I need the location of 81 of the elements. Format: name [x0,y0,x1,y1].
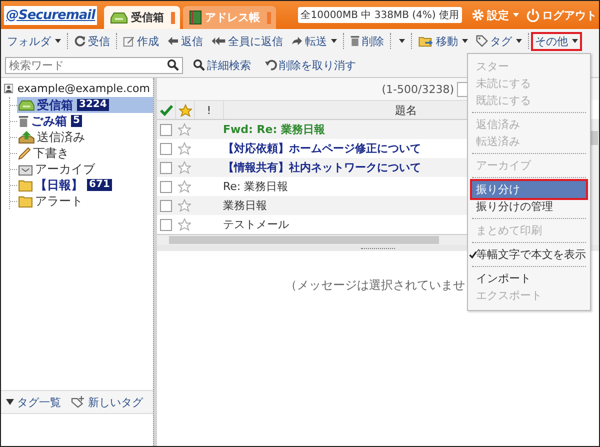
toolbar-button[interactable]: その他 [531,32,582,50]
message-subject[interactable]: 【対応依頼】ホームページ修正について [223,141,421,156]
inbox-icon [18,98,35,112]
menu-item[interactable]: 等幅文字で本文を表示 [472,246,586,263]
unread-count-badge: 3224 [77,99,109,111]
account-name: example@example.com [17,82,150,95]
checkbox[interactable] [160,142,172,154]
folder-item[interactable]: 下書き [17,145,153,161]
menu-item[interactable]: インポート [472,270,586,287]
checkbox[interactable] [160,180,172,192]
reply-icon [167,36,179,46]
toolbar-button[interactable]: 削除 [346,32,388,50]
settings-icon [471,8,485,22]
search-icon [167,59,179,71]
folder-item[interactable]: 【日報】 671 [17,177,153,193]
message-subject[interactable]: Fwd: Re: 業務日報 [223,122,325,137]
tag-icon [476,35,488,47]
toolbar-button[interactable]: 転送 [287,32,341,50]
checkmark-icon [160,104,172,116]
message-subject[interactable]: 業務日報 [223,198,267,213]
book-icon [189,10,202,25]
no-message-selected-text: （メッセージは選択されていませ [285,278,465,292]
inbox-icon [110,10,128,24]
search-icon [193,59,205,71]
toolbar-button[interactable]: タグ [472,32,526,50]
folder-icon [18,178,33,192]
advanced-search-button[interactable]: 詳細検索 [189,56,255,74]
power-icon [526,8,540,22]
column-header[interactable]: ! [195,101,224,119]
folder-item[interactable]: 送信済み [17,129,153,145]
checkbox[interactable] [160,124,172,136]
reply-all-icon [211,36,226,46]
undo-delete-button[interactable]: 削除を取り消す [261,56,360,74]
star-icon[interactable] [178,161,190,174]
storage-usage: 全10000MB 中 338MB (4%) 使用 [298,7,462,23]
star-icon[interactable] [178,142,190,155]
tag-list-toggle[interactable]: タグ一覧 [4,394,63,410]
checkbox[interactable] [160,162,172,174]
toolbar-button[interactable]: 作成 [119,32,163,50]
menu-item[interactable]: 振り分けの管理 [472,198,586,215]
message-range: (1-500/3238) [382,82,454,96]
message-subject[interactable]: 【情報共有】社内ネットワークについて [223,160,421,175]
logo[interactable]: @Securemail [4,6,98,24]
toolbar-button[interactable]: 受信 [70,32,114,50]
trash-icon [350,35,360,47]
user-icon [4,83,14,94]
toolbar-button[interactable]: 返信 [163,32,207,50]
unread-count-badge: 5 [71,115,82,127]
message-subject[interactable]: テストメール [223,217,289,232]
message-subject[interactable]: Re: 業務日報 [223,179,288,194]
folder-arrow-icon [418,35,434,47]
folder-item[interactable]: アラート [17,193,153,209]
archive-icon [18,162,33,176]
star-icon[interactable] [178,218,190,231]
menu-item[interactable]: 振り分け [472,181,586,198]
tab[interactable]: 受信箱 [104,6,180,29]
checkbox[interactable] [160,200,172,212]
new-tag-button[interactable]: 新しいタグ [69,394,145,410]
star-icon [178,104,192,116]
star-icon[interactable] [178,123,190,136]
toolbar-button[interactable]: フォルダ [3,32,65,50]
tag-plus-icon [71,396,85,408]
folder-item[interactable]: ごみ箱 5 [17,113,153,129]
triangle-down-icon [6,399,14,405]
unread-count-badge: 671 [87,179,112,191]
folder-item[interactable]: 受信箱 3224 [17,97,153,113]
tray-arrow-icon [18,130,35,144]
toolbar-button[interactable]: 移動 [414,32,472,50]
folder-icon [18,194,33,208]
pencil-icon [18,146,31,160]
toolbar-button[interactable]: 全員に返信 [207,32,287,50]
star-icon[interactable] [178,199,190,212]
trash-icon [18,114,29,128]
refresh-icon [74,35,86,47]
folder-item[interactable]: アーカイブ [17,161,153,177]
checkbox[interactable] [160,218,172,230]
undo-icon [265,59,277,71]
forward-icon [291,36,303,46]
compose-icon [123,35,135,47]
star-icon[interactable] [178,180,190,193]
search-field[interactable]: 検索ワード [5,56,183,74]
